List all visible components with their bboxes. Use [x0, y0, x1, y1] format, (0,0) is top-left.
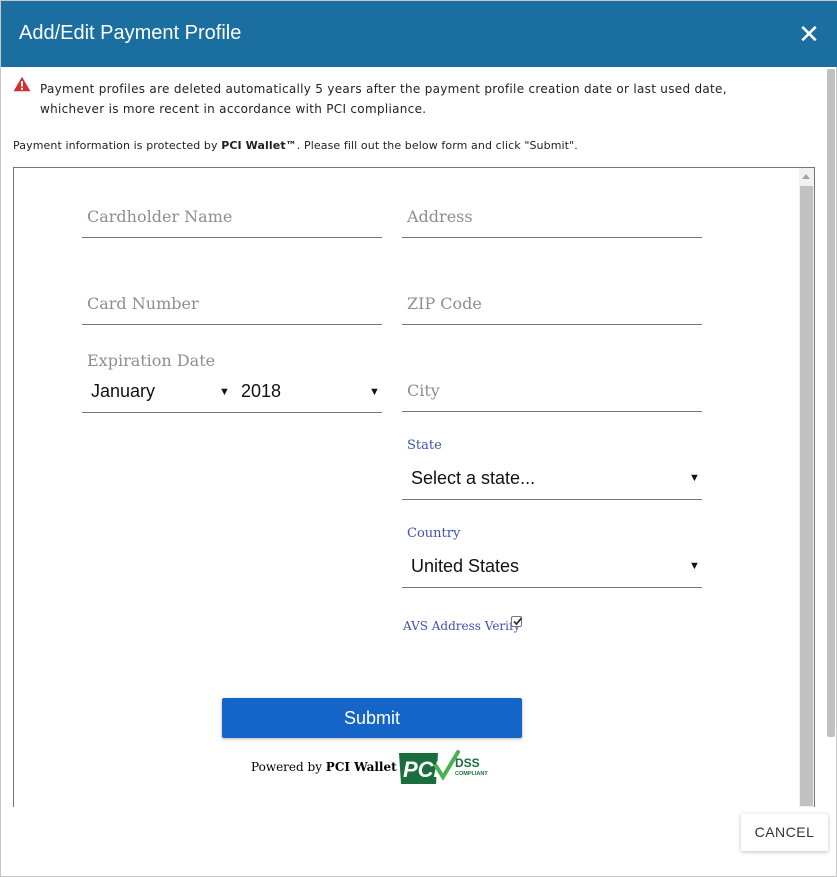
- avs-address-verify-checkbox[interactable]: [511, 616, 523, 627]
- logo-sub2-text: COMPLIANT: [455, 771, 488, 777]
- logo-main-text: PCI: [403, 757, 441, 782]
- expiration-month-select[interactable]: January ▼: [82, 377, 232, 407]
- card-number-placeholder: Card Number: [87, 294, 199, 313]
- city-field[interactable]: City: [402, 342, 702, 412]
- zip-code-field[interactable]: ZIP Code: [402, 255, 702, 325]
- close-icon[interactable]: ✕: [798, 21, 820, 47]
- info-prefix: Payment information is protected by: [13, 139, 222, 152]
- expiration-date-label: Expiration Date: [87, 351, 216, 370]
- logo-sub1-text: DSS: [455, 756, 480, 770]
- scroll-up-arrow-icon[interactable]: [802, 174, 810, 179]
- dialog-title: Add/Edit Payment Profile: [19, 22, 242, 44]
- country-value: United States: [411, 556, 520, 576]
- country-select[interactable]: Country United States ▼: [402, 518, 702, 588]
- cardholder-name-field[interactable]: Cardholder Name: [82, 168, 382, 238]
- cardholder-name-placeholder: Cardholder Name: [87, 207, 233, 226]
- caret-down-icon: ▼: [369, 386, 380, 398]
- zip-code-placeholder: ZIP Code: [407, 294, 482, 313]
- warning-text: Payment profiles are deleted automatical…: [40, 79, 740, 119]
- info-text: Payment information is protected by PCI …: [13, 139, 578, 152]
- info-brand: PCI Wallet™: [221, 139, 297, 152]
- address-placeholder: Address: [407, 207, 473, 226]
- expiration-year-value: 2018: [241, 381, 282, 401]
- city-placeholder: City: [407, 381, 440, 400]
- expiration-date-field: Expiration Date January ▼ 2018 ▼: [82, 343, 382, 413]
- state-value: Select a state...: [411, 468, 536, 488]
- expiration-year-select[interactable]: 2018 ▼: [232, 377, 382, 407]
- address-field[interactable]: Address: [402, 168, 702, 238]
- caret-down-icon: ▼: [689, 560, 700, 572]
- card-number-field[interactable]: Card Number: [82, 255, 382, 325]
- warning-triangle-icon: [13, 76, 31, 92]
- country-label: Country: [407, 526, 461, 541]
- avs-address-verify-label: AVS Address Verify: [403, 619, 521, 633]
- dialog-scrollbar[interactable]: [827, 69, 835, 737]
- warning-line-1: Payment profiles are deleted automatical…: [40, 82, 727, 96]
- frame-scrollbar[interactable]: [799, 168, 814, 807]
- payment-profile-dialog: Add/Edit Payment Profile ✕ Payment profi…: [0, 0, 837, 877]
- checkmark-icon: [513, 617, 523, 626]
- state-select[interactable]: State Select a state... ▼: [402, 430, 702, 500]
- scroll-thumb[interactable]: [800, 186, 813, 806]
- submit-button[interactable]: Submit: [222, 698, 522, 738]
- powered-prefix: Powered by: [251, 760, 326, 774]
- info-suffix: . Please fill out the below form and cli…: [296, 139, 578, 152]
- caret-down-icon: ▼: [219, 386, 230, 398]
- cancel-button[interactable]: CANCEL: [741, 814, 828, 851]
- state-label: State: [407, 438, 442, 453]
- dialog-header: Add/Edit Payment Profile ✕: [1, 1, 837, 67]
- pci-dss-logo: PCI DSS COMPLIANT: [399, 750, 488, 784]
- warning-line-2: whichever is more recent in accordance w…: [40, 102, 427, 116]
- caret-down-icon: ▼: [689, 472, 700, 484]
- powered-by-text: Powered by PCI Wallet ™: [251, 760, 413, 774]
- payment-form-frame: Cardholder Name Address Card Number ZIP …: [13, 167, 815, 807]
- expiration-month-value: January: [91, 381, 156, 401]
